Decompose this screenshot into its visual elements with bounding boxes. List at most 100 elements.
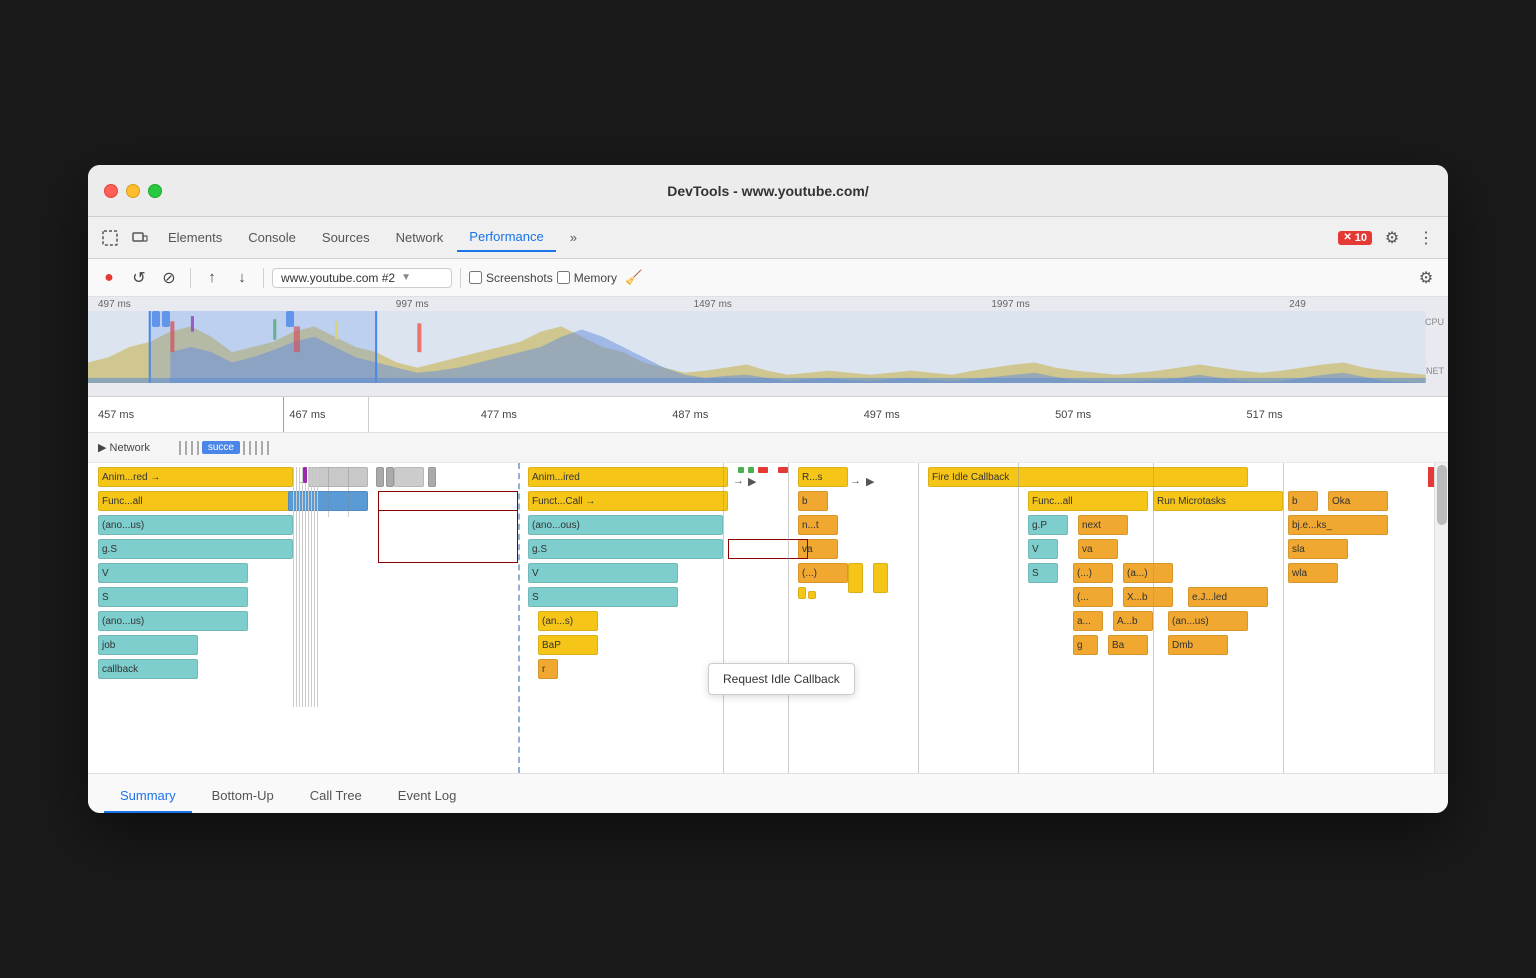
device-toggle-icon[interactable] bbox=[126, 224, 154, 252]
tab-summary[interactable]: Summary bbox=[104, 780, 192, 813]
arrow-2: → bbox=[733, 475, 744, 487]
toolbar-settings-icon[interactable]: ⚙ bbox=[1412, 264, 1440, 292]
tab-performance[interactable]: Performance bbox=[457, 223, 555, 252]
flame-gray-2[interactable] bbox=[376, 467, 384, 487]
flame-an-us-4[interactable]: (an...us) bbox=[1168, 611, 1248, 631]
settings-icon[interactable]: ⚙ bbox=[1378, 224, 1406, 252]
flame-a-ellipsis[interactable]: (a...) bbox=[1123, 563, 1173, 583]
timeline-detail: 457 ms 467 ms 477 ms 487 ms 497 ms 507 m… bbox=[88, 397, 1448, 433]
memory-checkbox[interactable] bbox=[557, 271, 570, 284]
tab-network[interactable]: Network bbox=[384, 224, 456, 251]
record-button[interactable]: ● bbox=[96, 265, 122, 291]
flame-g[interactable]: g bbox=[1073, 635, 1098, 655]
vline-6 bbox=[1153, 463, 1154, 773]
vline-2 bbox=[723, 463, 724, 773]
flame-b-2[interactable]: b bbox=[1288, 491, 1318, 511]
timeline-overview[interactable]: 497 ms 997 ms 1497 ms 1997 ms 249 bbox=[88, 297, 1448, 397]
more-options-icon[interactable]: ⋮ bbox=[1412, 224, 1440, 252]
flame-run-microtasks[interactable]: Run Microtasks bbox=[1153, 491, 1283, 511]
flame-func-all-2[interactable]: Func...all bbox=[1028, 491, 1148, 511]
flame-b-1[interactable]: b bbox=[798, 491, 828, 511]
flame-anim-red-2[interactable]: Anim...ired bbox=[528, 467, 728, 487]
toolbar: ● ↺ ⊘ ↑ ↓ www.youtube.com #2 ▼ Screensho… bbox=[88, 259, 1448, 297]
flame-job[interactable]: job bbox=[98, 635, 198, 655]
flame-anim-red-1[interactable]: Anim...red → bbox=[98, 467, 293, 487]
flame-va-2[interactable]: va bbox=[1078, 539, 1118, 559]
minimize-button[interactable] bbox=[126, 184, 140, 198]
refresh-button[interactable]: ↺ bbox=[126, 265, 152, 291]
close-button[interactable] bbox=[104, 184, 118, 198]
flame-r[interactable]: r bbox=[538, 659, 558, 679]
flame-gray-3[interactable] bbox=[386, 467, 394, 487]
flame-callback[interactable]: callback bbox=[98, 659, 198, 679]
scrollbar-thumb[interactable] bbox=[1437, 465, 1447, 525]
flame-gray-5[interactable] bbox=[428, 467, 436, 487]
flame-ano-us-1[interactable]: (ano...us) bbox=[98, 515, 293, 535]
dms-3: 487 ms bbox=[672, 409, 863, 421]
flame-ellipsis-3[interactable]: (... bbox=[1073, 587, 1113, 607]
flame-ejled[interactable]: e.J...led bbox=[1188, 587, 1268, 607]
upload-button[interactable]: ↑ bbox=[199, 265, 225, 291]
flame-fire-idle[interactable]: Fire Idle Callback bbox=[928, 467, 1248, 487]
tab-elements[interactable]: Elements bbox=[156, 224, 234, 251]
flame-yellow-tick-2[interactable] bbox=[873, 563, 888, 593]
flame-wla[interactable]: wla bbox=[1288, 563, 1338, 583]
ms-label-0: 497 ms bbox=[98, 299, 247, 310]
flame-a-dot[interactable]: a... bbox=[1073, 611, 1103, 631]
tab-bottom-up[interactable]: Bottom-Up bbox=[196, 780, 290, 813]
flame-dmb[interactable]: Dmb bbox=[1168, 635, 1228, 655]
flame-v-1[interactable]: V bbox=[98, 563, 248, 583]
vline-4 bbox=[918, 463, 919, 773]
small-bar-3 bbox=[348, 467, 349, 517]
flame-ano-us-2[interactable]: (ano...ous) bbox=[528, 515, 723, 535]
divider-2 bbox=[263, 268, 264, 288]
flame-ellipsis[interactable]: (...) bbox=[798, 563, 848, 583]
flame-funct-call-2[interactable]: Funct...Call → bbox=[528, 491, 728, 511]
tab-call-tree[interactable]: Call Tree bbox=[294, 780, 378, 813]
ms-label-6: 1997 ms bbox=[991, 299, 1140, 310]
flame-chart[interactable]: Anim...red → Anim...ired → → ▶ R...s → ▶… bbox=[88, 463, 1448, 773]
flame-yellow-tick-1[interactable] bbox=[848, 563, 863, 593]
tab-console[interactable]: Console bbox=[236, 224, 308, 251]
flame-bap[interactable]: BaP bbox=[538, 635, 598, 655]
flame-s-1[interactable]: S bbox=[98, 587, 248, 607]
tab-more[interactable]: » bbox=[558, 224, 589, 251]
flame-xb[interactable]: X...b bbox=[1123, 587, 1173, 607]
flame-ano-us-3[interactable]: (ano...us) bbox=[98, 611, 248, 631]
flame-next[interactable]: next bbox=[1078, 515, 1128, 535]
arrow-3: ▶ bbox=[748, 475, 756, 488]
bottom-tabs: Summary Bottom-Up Call Tree Event Log bbox=[88, 773, 1448, 813]
vline-3 bbox=[788, 463, 789, 773]
flame-s-big[interactable]: S bbox=[1028, 563, 1058, 583]
flame-ab[interactable]: A...b bbox=[1113, 611, 1153, 631]
network-expand-btn[interactable]: ▶ Network bbox=[98, 441, 150, 454]
flame-nt[interactable]: n...t bbox=[798, 515, 838, 535]
flame-gp[interactable]: g.P bbox=[1028, 515, 1068, 535]
flame-v-2[interactable]: V bbox=[528, 563, 678, 583]
flame-rs[interactable]: R...s bbox=[798, 467, 848, 487]
download-button[interactable]: ↓ bbox=[229, 265, 255, 291]
memory-icon: 🧹 bbox=[621, 265, 647, 291]
tab-event-log[interactable]: Event Log bbox=[382, 780, 473, 813]
flame-v-big[interactable]: V bbox=[1028, 539, 1058, 559]
traffic-lights bbox=[104, 184, 162, 198]
flame-oka[interactable]: Oka bbox=[1328, 491, 1388, 511]
screenshots-checkbox[interactable] bbox=[469, 271, 482, 284]
flame-func-all-1[interactable]: Func...all bbox=[98, 491, 293, 511]
error-badge[interactable]: ✕ 10 bbox=[1338, 231, 1372, 245]
tab-sources[interactable]: Sources bbox=[310, 224, 382, 251]
flame-ellipsis-2[interactable]: (...) bbox=[1073, 563, 1113, 583]
flame-s-2[interactable]: S bbox=[528, 587, 678, 607]
clear-button[interactable]: ⊘ bbox=[156, 265, 182, 291]
flame-gs-1[interactable]: g.S bbox=[98, 539, 293, 559]
cursor-icon[interactable] bbox=[96, 224, 124, 252]
scrollbar-track[interactable] bbox=[1434, 463, 1448, 773]
flame-an-s[interactable]: (an...s) bbox=[538, 611, 598, 631]
flame-gray-4[interactable] bbox=[394, 467, 424, 487]
url-selector[interactable]: www.youtube.com #2 ▼ bbox=[272, 268, 452, 288]
flame-sla[interactable]: sla bbox=[1288, 539, 1348, 559]
flame-gs-2[interactable]: g.S bbox=[528, 539, 723, 559]
maximize-button[interactable] bbox=[148, 184, 162, 198]
flame-bje-ks[interactable]: bj.e...ks_ bbox=[1288, 515, 1388, 535]
flame-ba[interactable]: Ba bbox=[1108, 635, 1148, 655]
